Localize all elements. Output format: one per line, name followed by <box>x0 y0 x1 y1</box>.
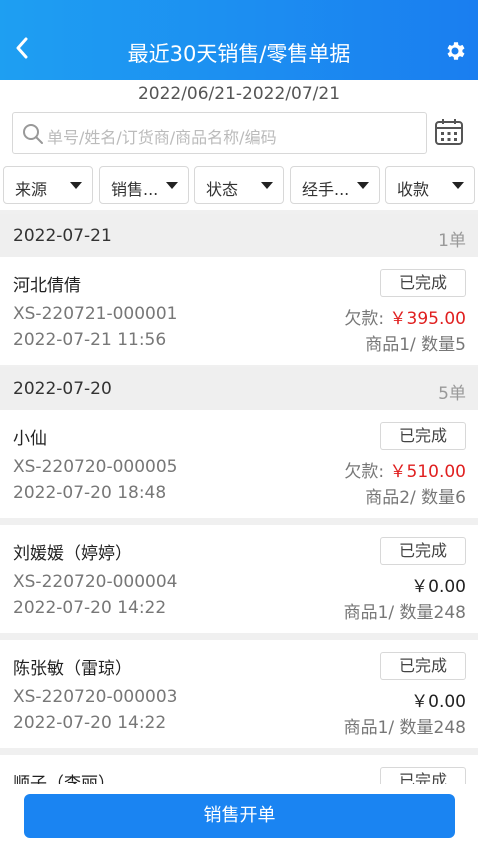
settings-button[interactable] <box>442 38 468 64</box>
filter-status[interactable]: 状态 <box>194 166 284 204</box>
date-group-header: 2022-07-20 5单 <box>0 367 478 411</box>
amount-value: ￥0.00 <box>411 692 466 712</box>
debt-amount: ￥395.00 <box>389 309 466 329</box>
dropdown-triangle-icon <box>452 182 464 189</box>
status-badge: 已完成 <box>380 652 466 680</box>
order-card[interactable]: 刘媛媛（婷婷） 已完成 XS-220720-000004 ￥0.00 2022-… <box>0 525 478 633</box>
dropdown-triangle-icon <box>357 182 369 189</box>
customer-name: 河北倩倩 <box>13 276 81 296</box>
order-card[interactable]: 顺子（李丽） 已完成 <box>0 755 478 784</box>
customer-name: 顺子（李丽） <box>13 774 115 784</box>
search-placeholder: 单号/姓名/订货商/商品名称/编码 <box>47 128 277 147</box>
filter-salesperson[interactable]: 销售... <box>99 166 189 204</box>
order-time: 2022-07-20 14:22 <box>13 713 167 733</box>
filter-payment[interactable]: 收款 <box>385 166 475 204</box>
order-amount: 欠款: ￥510.00 <box>344 457 466 482</box>
order-amount: 欠款: ￥395.00 <box>344 304 466 329</box>
status-badge: 已完成 <box>380 422 466 450</box>
calendar-icon <box>435 119 463 145</box>
customer-name: 刘媛媛（婷婷） <box>13 544 132 564</box>
order-time: 2022-07-20 18:48 <box>13 483 167 503</box>
filter-label: 经手... <box>302 180 350 199</box>
dropdown-triangle-icon <box>166 182 178 189</box>
app-header: 最近30天销售/零售单据 <box>0 0 478 80</box>
order-code: XS-220721-000001 <box>13 304 178 324</box>
order-card[interactable]: 陈张敏（雷琼） 已完成 XS-220720-000003 ￥0.00 2022-… <box>0 640 478 748</box>
date-group-header: 2022-07-21 1单 <box>0 214 478 258</box>
order-amount: ￥0.00 <box>411 572 466 597</box>
amount-value: ￥0.00 <box>411 577 466 597</box>
create-sales-order-button[interactable]: 销售开单 <box>24 794 455 838</box>
search-input[interactable]: 单号/姓名/订货商/商品名称/编码 <box>12 112 427 154</box>
group-date: 2022-07-20 <box>13 379 112 399</box>
filter-handler[interactable]: 经手... <box>290 166 380 204</box>
order-code: XS-220720-000003 <box>13 687 178 707</box>
filter-label: 来源 <box>15 180 48 199</box>
filter-label: 收款 <box>397 180 430 199</box>
dropdown-triangle-icon <box>261 182 273 189</box>
status-badge: 已完成 <box>380 269 466 297</box>
filter-bar: 来源 销售... 状态 经手... 收款 <box>3 166 475 204</box>
order-amount: ￥0.00 <box>411 687 466 712</box>
customer-name: 小仙 <box>13 429 47 449</box>
gear-icon <box>447 42 465 60</box>
order-quantity: 商品2/ 数量6 <box>365 488 466 508</box>
search-icon <box>23 124 43 144</box>
group-count: 1单 <box>438 231 466 251</box>
calendar-button[interactable] <box>432 114 466 150</box>
order-card[interactable]: 小仙 已完成 XS-220720-000005 欠款: ￥510.00 2022… <box>0 410 478 518</box>
order-quantity: 商品1/ 数量248 <box>343 718 466 738</box>
order-time: 2022-07-20 14:22 <box>13 598 167 618</box>
debt-label: 欠款: <box>344 462 385 482</box>
order-code: XS-220720-000005 <box>13 457 178 477</box>
status-badge: 已完成 <box>380 767 466 784</box>
order-card[interactable]: 河北倩倩 已完成 XS-220721-000001 欠款: ￥395.00 20… <box>0 257 478 365</box>
order-quantity: 商品1/ 数量248 <box>343 603 466 623</box>
customer-name: 陈张敏（雷琼） <box>13 659 132 679</box>
order-time: 2022-07-21 11:56 <box>13 330 167 350</box>
order-code: XS-220720-000004 <box>13 572 178 592</box>
group-date: 2022-07-21 <box>13 226 112 246</box>
status-badge: 已完成 <box>380 537 466 565</box>
date-range[interactable]: 2022/06/21-2022/07/21 <box>0 84 478 104</box>
page-title: 最近30天销售/零售单据 <box>127 42 351 66</box>
debt-amount: ￥510.00 <box>389 462 466 482</box>
group-count: 5单 <box>438 384 466 404</box>
order-quantity: 商品1/ 数量5 <box>365 335 466 355</box>
filter-label: 销售... <box>111 180 159 199</box>
filter-source[interactable]: 来源 <box>3 166 93 204</box>
bottom-bar: 销售开单 <box>0 784 478 850</box>
dropdown-triangle-icon <box>70 182 82 189</box>
debt-label: 欠款: <box>344 309 385 329</box>
filter-label: 状态 <box>206 180 239 199</box>
